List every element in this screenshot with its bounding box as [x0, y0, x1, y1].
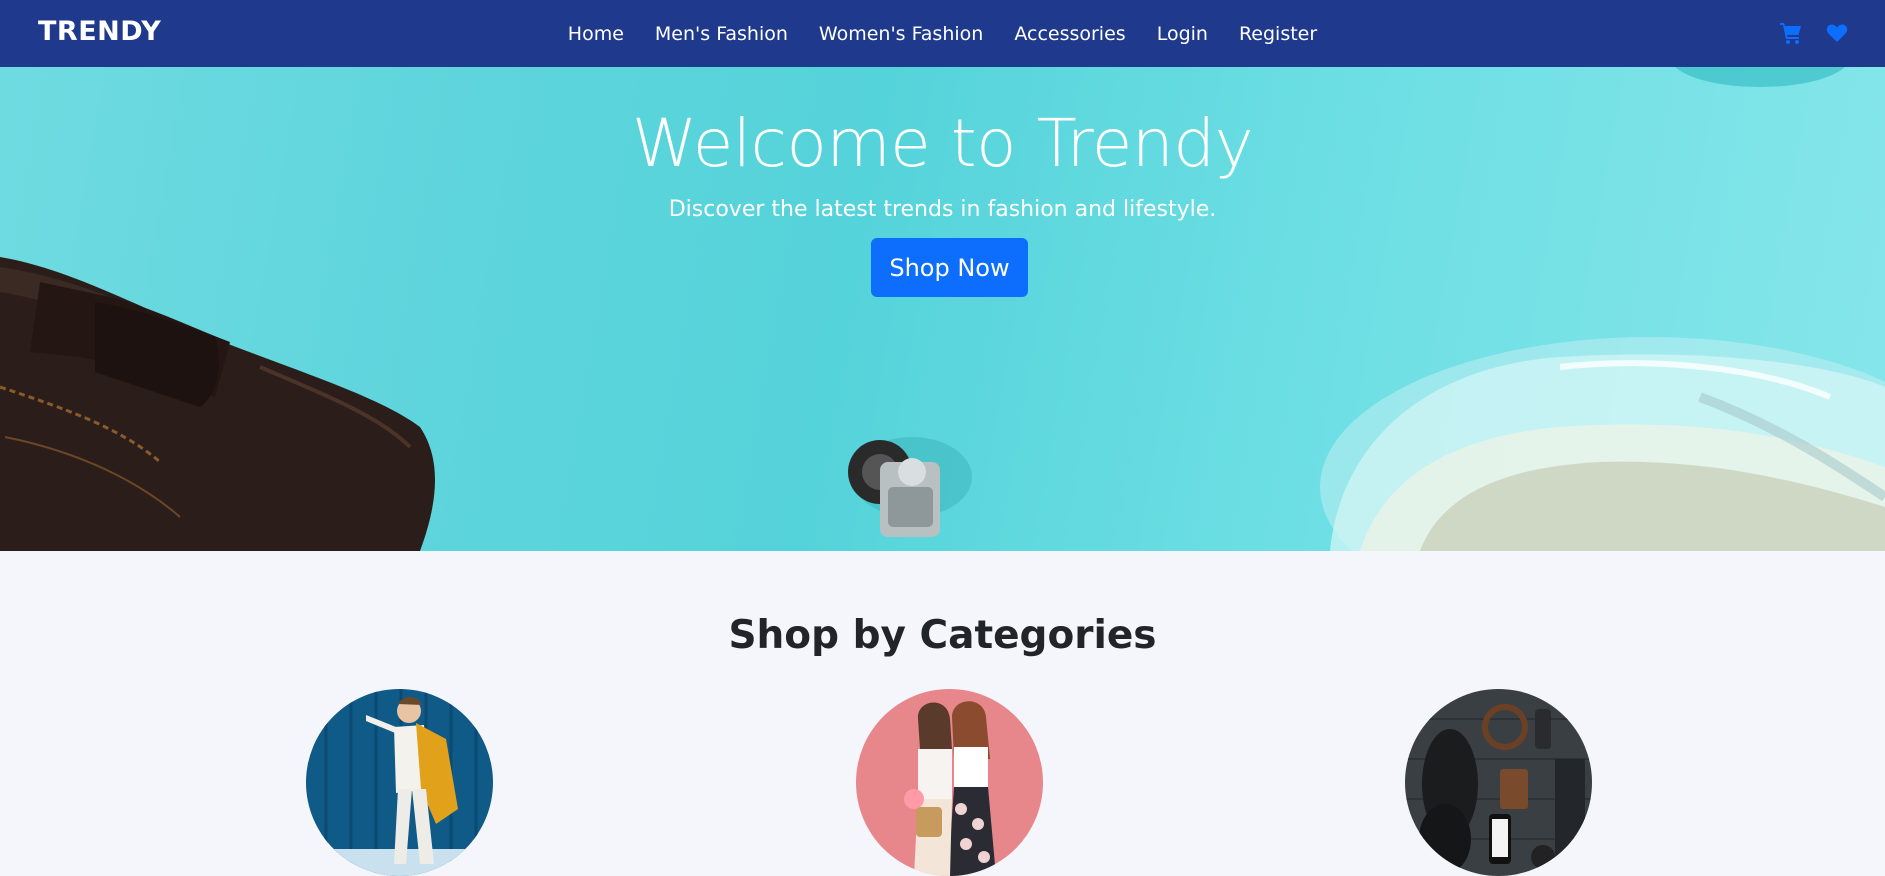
nav-link-accessories[interactable]: Accessories — [999, 23, 1141, 45]
wallet-image — [0, 257, 435, 551]
categories-title: Shop by Categories — [728, 613, 1157, 658]
category-mens-fashion[interactable] — [306, 689, 493, 876]
category-accessories[interactable] — [1405, 689, 1592, 876]
nav-link-womens-fashion[interactable]: Women's Fashion — [803, 23, 998, 45]
cart-icon[interactable] — [1779, 21, 1803, 45]
brand-logo[interactable]: TRENDY — [38, 16, 161, 47]
shop-now-button[interactable]: Shop Now — [871, 238, 1028, 297]
nav-links: Home Men's Fashion Women's Fashion Acces… — [0, 0, 1885, 67]
nav-link-login[interactable]: Login — [1141, 23, 1223, 45]
nav-link-register[interactable]: Register — [1223, 23, 1332, 45]
hero-banner: Welcome to Trendy Discover the latest tr… — [0, 67, 1885, 551]
hero-subtitle: Discover the latest trends in fashion an… — [668, 197, 1217, 222]
category-womens-fashion[interactable] — [856, 689, 1043, 876]
two-women-pink-background-image — [856, 689, 1043, 876]
nav-icons — [1779, 21, 1849, 45]
glass-jar-image — [1320, 337, 1885, 551]
navbar: TRENDY Home Men's Fashion Women's Fashio… — [0, 0, 1885, 67]
heart-icon[interactable] — [1825, 21, 1849, 45]
mens-accessories-flatlay-image — [1405, 689, 1592, 876]
hero-title: Welcome to Trendy — [631, 105, 1254, 182]
man-with-yellow-coat-image — [306, 689, 493, 876]
clip-image — [848, 437, 972, 537]
nav-link-home[interactable]: Home — [552, 23, 639, 45]
nav-link-mens-fashion[interactable]: Men's Fashion — [639, 23, 803, 45]
